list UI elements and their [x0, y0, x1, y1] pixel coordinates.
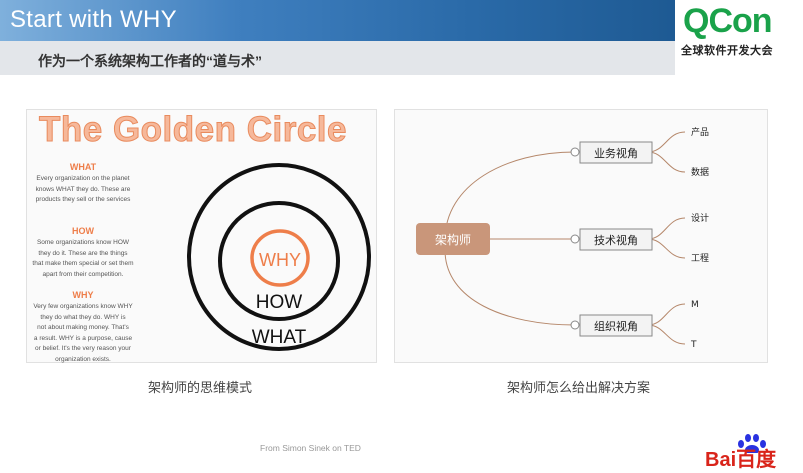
slide-subtitle: 作为一个系统架构工作者的“道与术”: [38, 53, 262, 69]
mindmap-diagram: 架构师 业务视角 产品 数据 技术视角 设计 工程 组织视角 M T: [416, 126, 709, 350]
leaf-design: 设计: [691, 212, 709, 224]
leaf-data: 数据: [691, 166, 709, 178]
source-credit: From Simon Sinek on TED: [260, 443, 361, 453]
baidu-logo: Bai百度: [705, 433, 801, 471]
leaf-engineering: 工程: [691, 253, 709, 264]
branch-organization: 组织视角 M T: [570, 300, 699, 350]
branch-technology-label: 技术视角: [594, 233, 638, 247]
golden-circle-diagram: WHY HOW WHAT: [187, 163, 371, 351]
qcon-logo-tagline: 全球软件开发大会: [681, 45, 773, 57]
right-caption: 架构师怎么给出解决方案: [507, 380, 651, 395]
golden-circle-image: The Golden Circle WHAT Every organizatio…: [26, 109, 377, 363]
branch-technology: 技术视角 设计 工程: [570, 212, 709, 264]
left-caption: 架构师的思维模式: [148, 380, 253, 395]
architect-mindmap: 架构师 业务视角 产品 数据 技术视角 设计 工程 组织视角 M T: [394, 109, 768, 363]
root-node-label: 架构师: [435, 232, 471, 247]
inner-circle-label: WHY: [259, 250, 301, 270]
branch-business: 业务视角 产品 数据: [570, 126, 709, 178]
branch-business-label: 业务视角: [594, 146, 638, 160]
slide-title: Start with WHY: [10, 6, 177, 33]
leaf-t: T: [690, 340, 697, 350]
leaf-m: M: [691, 300, 699, 310]
branch-organization-label: 组织视角: [594, 319, 638, 333]
outer-circle-label: WHAT: [252, 327, 307, 348]
leaf-product: 产品: [691, 126, 709, 138]
baidu-logo-text: Bai百度: [705, 449, 777, 471]
qcon-logo: QCon 全球软件开发大会: [679, 2, 801, 58]
middle-circle-label: HOW: [256, 292, 303, 313]
qcon-logo-text: QCon: [683, 2, 773, 40]
